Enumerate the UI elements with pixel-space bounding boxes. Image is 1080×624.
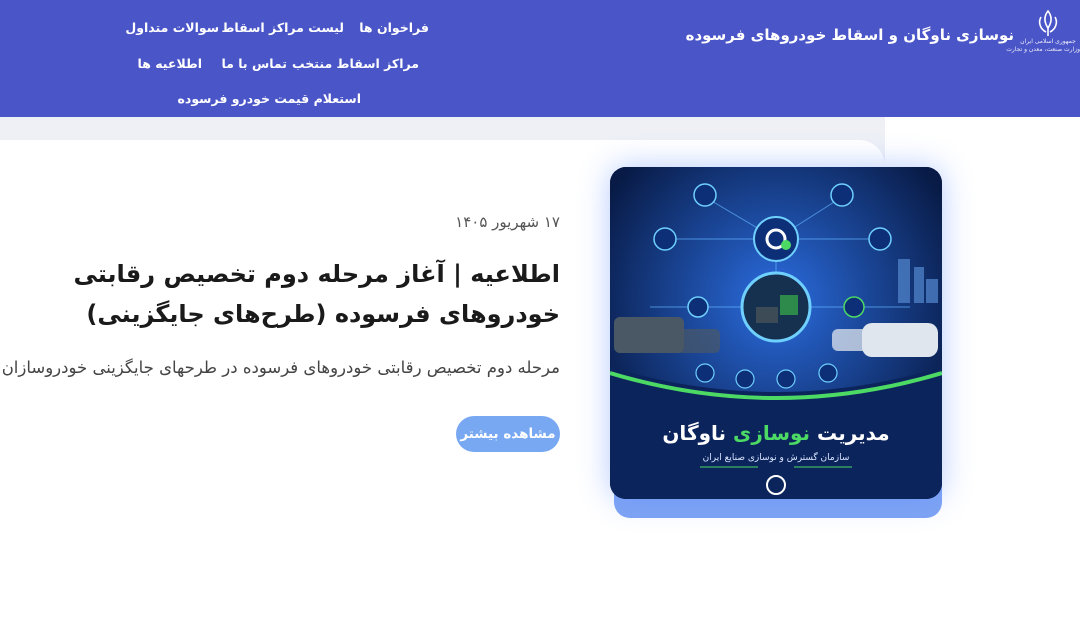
nav-price-inquiry[interactable]: استعلام قیمت خودرو فرسوده	[178, 91, 361, 106]
emblem-icon	[1038, 9, 1058, 36]
article-poster-image[interactable]: مدیریت نوسازی ناوگان سازمان گسترش و نوسا…	[610, 167, 942, 499]
nav-contact[interactable]: تماس با ما	[221, 56, 287, 71]
nav-announcements[interactable]: اطلاعیه ها	[138, 56, 202, 71]
poster-title-suffix: ناوگان	[662, 421, 727, 445]
emblem-ministry: وزارت صنعت، معدن و تجارت	[1006, 46, 1080, 53]
article-headline[interactable]: اطلاعیه | آغاز مرحله دوم تخصیص رقابتی خو…	[0, 254, 560, 334]
article-summary: مرحله دوم تخصیص رقابتی خودروهای فرسوده د…	[1, 358, 560, 377]
poster-title-highlight: نوسازی	[733, 421, 811, 445]
site-header: جمهوری اسلامی ایران وزارت صنعت، معدن و ت…	[0, 0, 1080, 117]
poster-title-prefix: مدیریت	[817, 421, 890, 445]
read-more-button[interactable]: مشاهده بیشتر	[456, 416, 560, 452]
site-title[interactable]: نوسازی ناوگان و اسقاط خودروهای فرسوده	[686, 26, 1014, 44]
nav-selected-centers[interactable]: مراکز اسقاط منتخب	[292, 56, 419, 71]
emblem-caption: جمهوری اسلامی ایران	[1020, 38, 1076, 45]
article-date: ۱۷ شهریور ۱۴۰۵	[455, 213, 560, 231]
nav-faq[interactable]: سوالات متداول	[125, 20, 219, 35]
nav-scrap-centers[interactable]: لیست مراکز اسقاط	[221, 20, 344, 35]
nav-calls[interactable]: فراخوان ها	[359, 20, 429, 35]
poster-title: مدیریت نوسازی ناوگان	[610, 421, 942, 445]
poster-illustration	[610, 167, 942, 499]
emblem-logo[interactable]: جمهوری اسلامی ایران وزارت صنعت، معدن و ت…	[1006, 8, 1080, 66]
poster-subtitle: سازمان گسترش و نوسازی صنایع ایران	[702, 453, 850, 463]
